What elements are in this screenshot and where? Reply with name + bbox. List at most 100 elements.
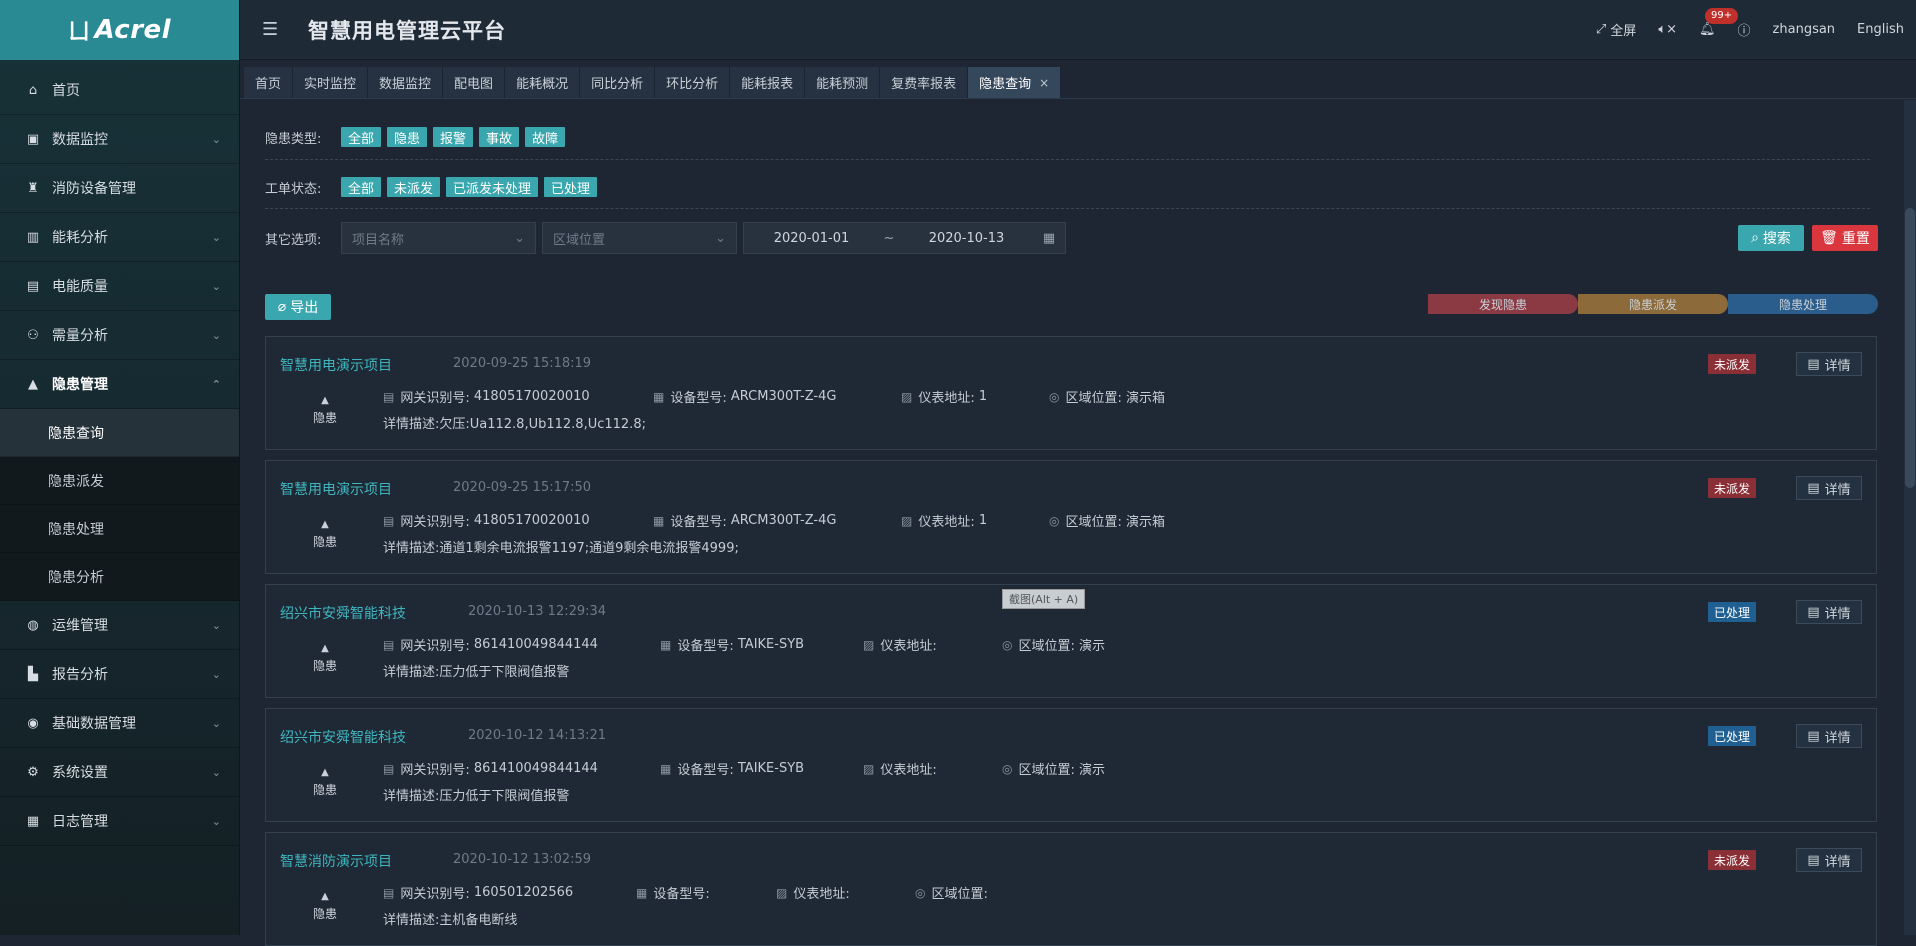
document-icon: ▤ [1807, 604, 1820, 620]
user-name[interactable]: zhangsan [1773, 22, 1836, 37]
status-badge: 未派发 [1707, 354, 1756, 374]
sidebar-item-power-quality[interactable]: ▤ 电能质量 ⌄ [0, 262, 239, 311]
record-description: 详情描述:压力低于下限阀值报警 [383, 789, 570, 804]
hazard-kind-label: 隐患 [312, 659, 337, 673]
location-icon: ◎ [1049, 389, 1060, 404]
project-name-link[interactable]: 智慧用电演示项目 [280, 479, 392, 499]
fullscreen-label: 全屏 [1610, 24, 1637, 39]
sidebar-item-fire-equipment[interactable]: ♜ 消防设备管理 [0, 164, 239, 213]
hazard-kind-label: 隐患 [312, 783, 337, 797]
status-chip-dispatched-unhandled[interactable]: 已派发未处理 [446, 177, 539, 197]
scrollbar-thumb[interactable] [1905, 208, 1915, 488]
detail-button[interactable]: ▤ 详情 [1796, 848, 1862, 872]
step-dispatch: 隐患派发 [1578, 294, 1728, 314]
detail-button[interactable]: ▤ 详情 [1796, 724, 1862, 748]
meter-label: 仪表地址: [793, 887, 850, 902]
tab-data-monitor[interactable]: 数据监控 [368, 67, 444, 98]
project-name-link[interactable]: 智慧消防演示项目 [280, 851, 392, 871]
demand-icon: ⚇ [27, 327, 39, 343]
sidebar-item-demand-analysis[interactable]: ⚇ 需量分析 ⌄ [0, 311, 239, 360]
project-name-link[interactable]: 绍兴市安舜智能科技 [280, 727, 406, 747]
status-chip-handled[interactable]: 已处理 [544, 177, 598, 197]
tab-mom-analysis[interactable]: 环比分析 [655, 67, 731, 98]
tab-energy-overview[interactable]: 能耗概况 [505, 67, 581, 98]
sidebar-item-home[interactable]: ⌂ 首页 [0, 66, 239, 115]
type-chip-all[interactable]: 全部 [341, 127, 382, 147]
project-name-link[interactable]: 绍兴市安舜智能科技 [280, 603, 406, 623]
type-chip-alarm[interactable]: 报警 [433, 127, 474, 147]
reset-button-label: 重置 [1841, 231, 1870, 247]
tab-distribution-diagram[interactable]: 配电图 [443, 67, 506, 98]
record-time: 2020-10-13 12:29:34 [468, 604, 607, 619]
other-options-filter: 其它选项: 项目名称 ⌄ 区域位置 ⌄ 2020-01-01 ~ 2020-10… [265, 222, 1066, 254]
type-chip-accident[interactable]: 事故 [479, 127, 520, 147]
sidebar-item-log-management[interactable]: ▦ 日志管理 ⌄ [0, 797, 239, 846]
search-button[interactable]: ⌕ 搜索 [1738, 225, 1804, 251]
tab-multi-rate-report[interactable]: 复费率报表 [880, 67, 969, 98]
sidebar-item-data-monitor[interactable]: ▣ 数据监控 ⌄ [0, 115, 239, 164]
project-name-link[interactable]: 智慧用电演示项目 [280, 355, 392, 375]
detail-button[interactable]: ▤ 详情 [1796, 352, 1862, 376]
menu-toggle-icon[interactable]: ☰ [262, 19, 292, 40]
fullscreen-button[interactable]: ⤢ 全屏 [1596, 20, 1636, 39]
tab-home[interactable]: 首页 [244, 67, 294, 98]
export-button[interactable]: ⌀ 导出 [265, 294, 331, 320]
record-time: 2020-09-25 15:17:50 [453, 480, 592, 495]
type-chip-fault[interactable]: 故障 [525, 127, 566, 147]
date-start[interactable]: 2020-01-01 [744, 231, 879, 246]
tab-energy-report[interactable]: 能耗报表 [730, 67, 806, 98]
device-field: ▦ 设备型号: ARCM300T-Z-4G [653, 511, 901, 530]
sidebar-subitem-hazard-query[interactable]: 隐患查询 [0, 409, 239, 457]
detail-button[interactable]: ▤ 详情 [1796, 600, 1862, 624]
device-icon: ▦ [653, 513, 665, 528]
sidebar-item-report-analysis[interactable]: ▙ 报告分析 ⌄ [0, 650, 239, 699]
tab-realtime-monitor[interactable]: 实时监控 [293, 67, 369, 98]
sidebar-item-hazard-management[interactable]: ▲ 隐患管理 ⌃ [0, 360, 239, 409]
area-select[interactable]: 区域位置 ⌄ [542, 222, 737, 254]
alarm-icon: ▲ [321, 519, 329, 530]
alarm-icon: ▲ [321, 767, 329, 778]
status-chip-undispatched[interactable]: 未派发 [387, 177, 441, 197]
detail-button[interactable]: ▤ 详情 [1796, 476, 1862, 500]
record-fields: ▤ 网关识别号: 41805170020010 ▦ 设备型号: ARCM300T… [383, 511, 1165, 530]
chevron-down-icon: ⌄ [211, 328, 221, 342]
notification-button[interactable]: 🔔︎ 99+ [1699, 8, 1739, 37]
meter-field: ▨ 仪表地址: [863, 635, 1002, 655]
status-badge: 已处理 [1707, 602, 1756, 622]
location-icon: ◎ [915, 885, 926, 900]
sidebar-subitem-hazard-handle[interactable]: 隐患处理 [0, 505, 239, 553]
sidebar-item-system-settings[interactable]: ⚙ 系统设置 ⌄ [0, 748, 239, 797]
tab-label: 能耗报表 [741, 77, 794, 92]
help-button[interactable]: ⓘ [1738, 20, 1751, 39]
sidebar-item-label: 首页 [52, 83, 80, 99]
gateway-value: 160501202566 [473, 885, 574, 900]
fire-icon: ♜ [27, 180, 39, 196]
reset-button[interactable]: 🗑︎ 重置 [1812, 225, 1878, 251]
status-badge: 未派发 [1707, 478, 1756, 498]
device-field: ▦ 设备型号: ARCM300T-Z-4G [653, 387, 901, 406]
mute-button[interactable]: 🔈︎× [1658, 22, 1677, 37]
close-icon[interactable]: × [1039, 76, 1049, 90]
sidebar-item-base-data[interactable]: ◉ 基础数据管理 ⌄ [0, 699, 239, 748]
sidebar-subitem-label: 隐患查询 [48, 425, 104, 442]
mute-icon: 🔈︎× [1658, 22, 1678, 37]
sidebar-item-operations[interactable]: ◍ 运维管理 ⌄ [0, 601, 239, 650]
gateway-icon: ▤ [383, 637, 395, 652]
scrollbar[interactable] [1904, 100, 1916, 935]
date-end[interactable]: 2020-10-13 [899, 231, 1034, 246]
sidebar-item-energy-analysis[interactable]: ▥ 能耗分析 ⌄ [0, 213, 239, 262]
tab-energy-forecast[interactable]: 能耗预测 [805, 67, 881, 98]
status-chip-all[interactable]: 全部 [341, 177, 382, 197]
tab-label: 复费率报表 [891, 77, 957, 92]
tab-hazard-query[interactable]: 隐患查询 × [968, 67, 1062, 98]
hazard-type-filter: 隐患类型: 全部 隐患 报警 事故 故障 [265, 127, 571, 147]
area-label: 区域位置: [1018, 639, 1075, 654]
project-select[interactable]: 项目名称 ⌄ [341, 222, 536, 254]
tab-yoy-analysis[interactable]: 同比分析 [580, 67, 656, 98]
sidebar-subitem-hazard-analysis[interactable]: 隐患分析 [0, 553, 239, 601]
date-range-picker[interactable]: 2020-01-01 ~ 2020-10-13 ▦ [743, 222, 1066, 254]
type-chip-hazard[interactable]: 隐患 [387, 127, 428, 147]
detail-button-label: 详情 [1824, 482, 1851, 498]
language-switch[interactable]: English [1857, 22, 1904, 37]
sidebar-subitem-hazard-dispatch[interactable]: 隐患派发 [0, 457, 239, 505]
